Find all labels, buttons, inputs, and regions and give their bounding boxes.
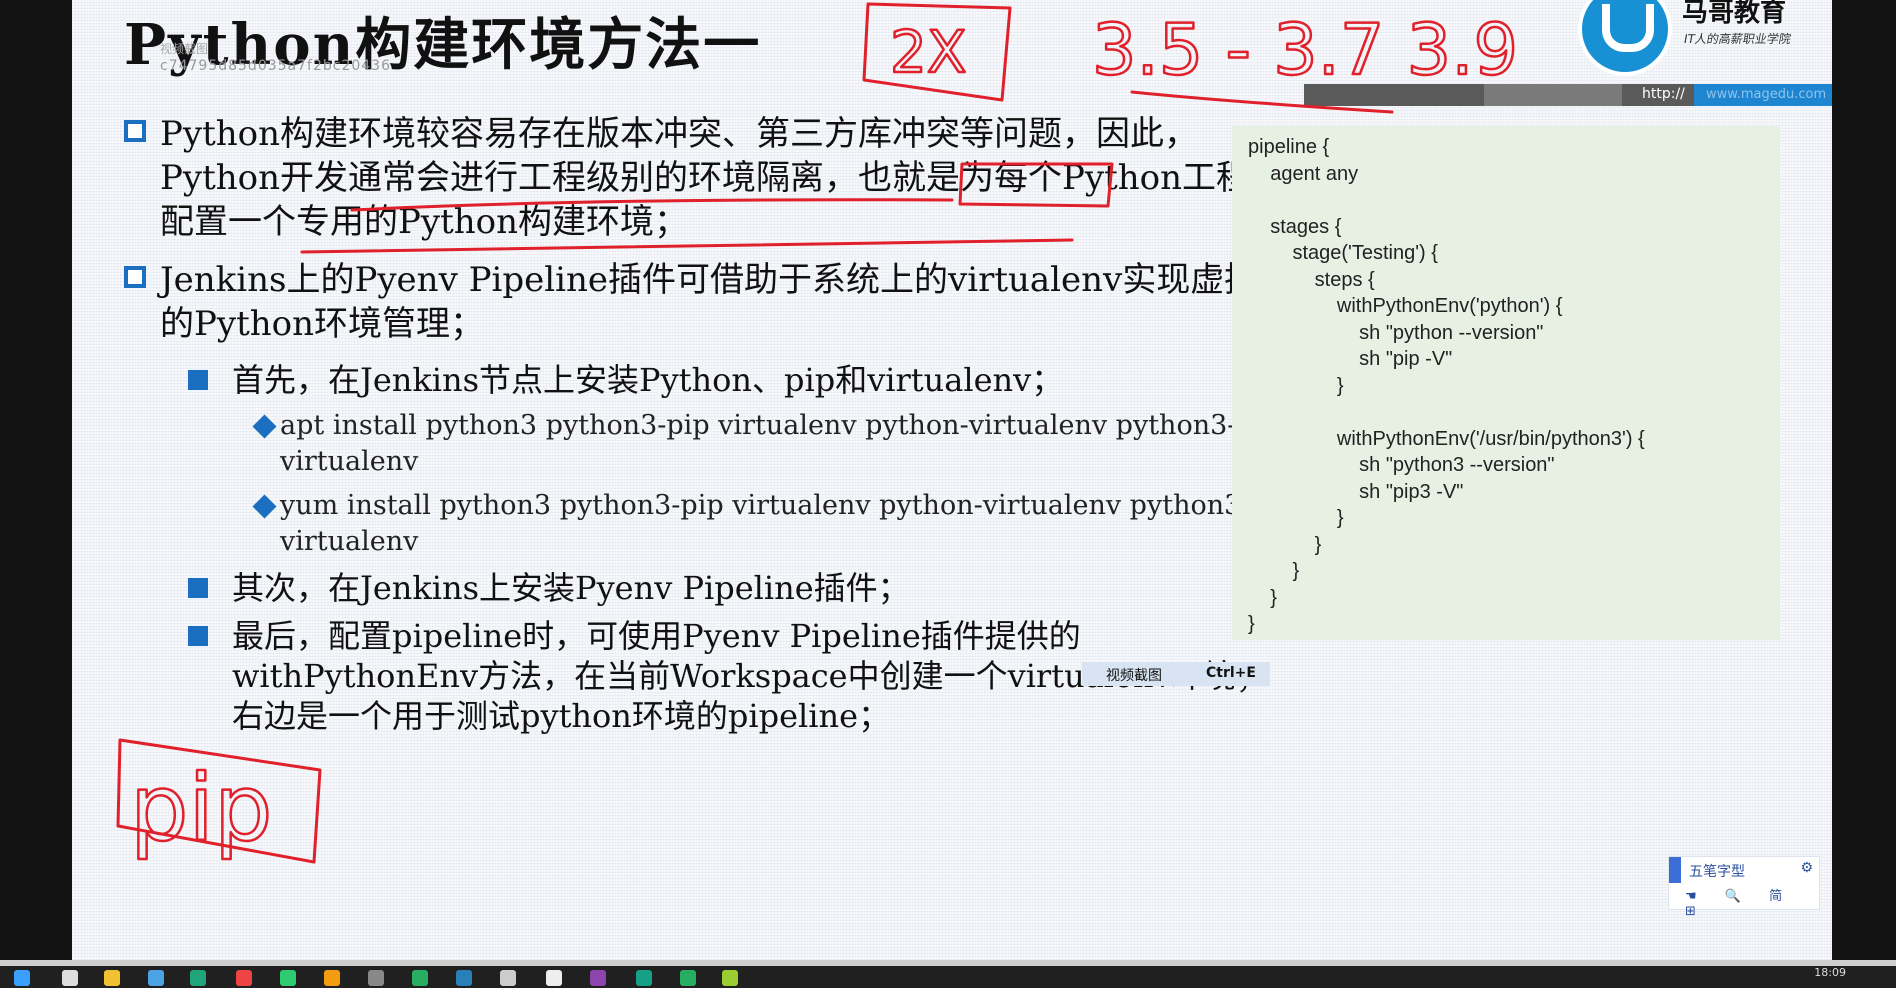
url-prefix: http://	[1642, 86, 1685, 102]
ime-toolbar[interactable]: 五笔字型 ⚙ ☚ 🔍 简 ⊞	[1668, 856, 1820, 919]
app-icon[interactable]	[636, 970, 652, 986]
ime-mode-label[interactable]: 五笔字型	[1689, 861, 1745, 881]
app-icon[interactable]	[590, 970, 606, 986]
taskbar: 18:09	[0, 966, 1896, 988]
start-icon[interactable]	[14, 970, 30, 986]
screenshot-tooltip: 视频截图 Ctrl+E	[1082, 662, 1270, 686]
annotation-versions: 3.5 - 3.7 3.9	[1092, 9, 1518, 91]
tooltip-label: 视频截图	[1106, 668, 1162, 684]
title-overlay-text: 视频截图	[160, 42, 209, 56]
app-icon[interactable]	[324, 970, 340, 986]
slide-content: Python构建环境较容易存在版本冲突、第三方库冲突等问题，因此，Python开…	[124, 112, 1284, 744]
logo-icon	[1578, 0, 1672, 76]
ime-drag-handle[interactable]	[1669, 857, 1681, 883]
video-frame-left	[0, 0, 72, 960]
square-bullet-icon	[188, 370, 208, 390]
annotation-pip: pip	[130, 755, 272, 862]
logo-name: 马哥教育	[1682, 0, 1787, 28]
app-icon[interactable]	[412, 970, 428, 986]
square-bullet-icon	[188, 578, 208, 598]
app-icon[interactable]	[546, 970, 562, 986]
app-icon[interactable]	[280, 970, 296, 986]
command-item: yum install python3 python3-pip virtuale…	[246, 488, 1284, 560]
folder-icon[interactable]	[104, 970, 120, 986]
app-icon[interactable]	[680, 970, 696, 986]
app-icon[interactable]	[500, 970, 516, 986]
diamond-bullet-icon	[252, 414, 277, 439]
slide: Python构建环境方法一 视频截图 c74795d85d035a7f2bc20…	[72, 0, 1832, 960]
terminal-icon[interactable]	[368, 970, 384, 986]
annotation-2x: 2X	[890, 18, 967, 86]
url-bar: http:// www.magedu.com	[1304, 84, 1832, 106]
search-icon[interactable]	[62, 970, 78, 986]
url-text: www.magedu.com	[1694, 84, 1832, 106]
video-frame-right	[1832, 0, 1896, 960]
browser-icon[interactable]	[148, 970, 164, 986]
bullet-item: Python构建环境较容易存在版本冲突、第三方库冲突等问题，因此，Python开…	[124, 112, 1284, 244]
command-item: apt install python3 python3-pip virtuale…	[246, 408, 1284, 480]
ime-tool-row[interactable]: ☚ 🔍 简 ⊞	[1685, 885, 1819, 919]
pipeline-code: pipeline { agent any stages { stage('Tes…	[1248, 136, 1645, 635]
chrome-icon[interactable]	[236, 970, 252, 986]
bullet-item: Jenkins上的Pyenv Pipeline插件可借助于系统上的virtual…	[124, 258, 1284, 346]
app-icon[interactable]	[456, 970, 472, 986]
edge-icon[interactable]	[190, 970, 206, 986]
sub-bullet-item: 其次，在Jenkins上安装Pyenv Pipeline插件；	[188, 568, 1284, 608]
diamond-bullet-icon	[252, 494, 277, 519]
gear-icon[interactable]: ⚙	[1800, 860, 1813, 876]
square-bullet-icon	[188, 626, 208, 646]
video-hash: c74795d85d035a7f2bc20436	[160, 58, 391, 74]
taskbar-clock[interactable]: 18:09	[1814, 966, 1846, 979]
app-icon[interactable]	[722, 970, 738, 986]
sub-bullet-item: 首先，在Jenkins节点上安装Python、pip和virtualenv；	[188, 360, 1284, 400]
tooltip-shortcut: Ctrl+E	[1206, 665, 1256, 681]
hollow-square-bullet-icon	[124, 120, 146, 142]
annotation-box	[862, 2, 1012, 102]
hollow-square-bullet-icon	[124, 266, 146, 288]
annotation-pip-box	[116, 738, 322, 864]
logo-tagline: IT人的高薪职业学院	[1682, 32, 1793, 46]
